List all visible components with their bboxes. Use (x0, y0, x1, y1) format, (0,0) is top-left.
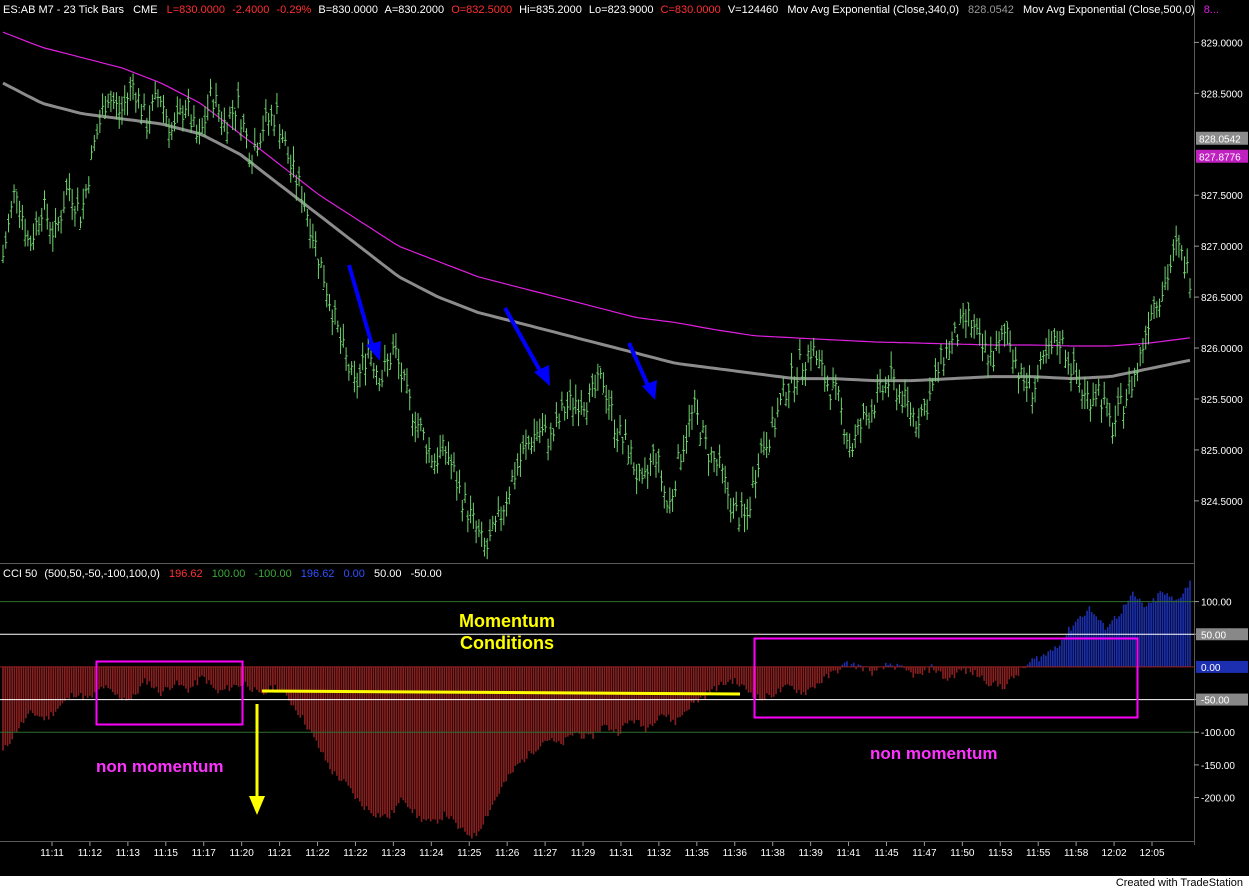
symbol-label: ES:AB M7 - 23 Tick Bars (3, 4, 125, 16)
time-tick-label: 11:41 (836, 848, 861, 859)
cci-marker-label: 50.00 (1201, 630, 1226, 641)
time-tick-label: 11:50 (950, 848, 975, 859)
cci-header: CCI 50 (500,50,-50,-100,100,0) 196.62 10… (3, 568, 442, 580)
footer-bar: Created with TradeStation (0, 876, 1249, 892)
time-tick-label: 11:23 (381, 848, 406, 859)
close-price: C=830.0000 (661, 4, 721, 16)
change-value: -2.4000 (232, 4, 269, 16)
time-tick-label: 11:29 (571, 848, 596, 859)
cci-value-1: 196.62 (169, 568, 203, 580)
cci-params: (500,50,-50,-100,100,0) (44, 568, 160, 580)
cci-value-6: 50.00 (374, 568, 402, 580)
non-momentum-label-right: non momentum (870, 744, 998, 763)
time-tick-label: 11:17 (192, 848, 217, 859)
low-price: Lo=823.9000 (589, 4, 654, 16)
price-tick-label: 827.5000 (1201, 191, 1243, 202)
time-tick-label: 11:58 (1064, 848, 1089, 859)
time-tick-label: 11:26 (495, 848, 520, 859)
time-tick-label: 11:12 (78, 848, 103, 859)
volume-value: V=124460 (728, 4, 778, 16)
cci-tick-label: -100.00 (1201, 728, 1235, 739)
price-tick-label: 828.5000 (1201, 89, 1243, 100)
time-tick-label: 11:36 (723, 848, 748, 859)
time-tick-label: 11:45 (874, 848, 899, 859)
time-tick-label: 11:22 (305, 848, 330, 859)
trading-chart[interactable]: 829.0000 828.5000 827.5000 827.0000 826.5000… (0, 0, 1249, 892)
time-tick-label: 11:22 (343, 848, 368, 859)
cci-marker-label: 0.00 (1201, 663, 1221, 674)
time-tick-label: 11:47 (912, 848, 937, 859)
cci-tick-label: -200.00 (1201, 794, 1235, 805)
price-tick-label: 826.0000 (1201, 344, 1243, 355)
cci-label: CCI 50 (3, 568, 37, 580)
price-tick-label: 829.0000 (1201, 38, 1243, 49)
high-price: Hi=835.2000 (519, 4, 582, 16)
last-price: L=830.0000 (167, 4, 225, 16)
cci-value-5: 0.00 (344, 568, 365, 580)
time-tick-label: 11:53 (988, 848, 1013, 859)
ema340-value: 828.0542 (968, 4, 1014, 16)
price-tick-label: 825.5000 (1201, 395, 1243, 406)
ask-price: A=830.2000 (385, 4, 445, 16)
momentum-label: Momentum (459, 611, 555, 631)
price-tick-label: 827.0000 (1201, 242, 1243, 253)
time-tick-label: 11:38 (761, 848, 786, 859)
time-tick-label: 11:31 (609, 848, 634, 859)
time-tick-label: 11:20 (230, 848, 255, 859)
time-tick-label: 11:15 (154, 848, 179, 859)
change-percent: -0.29% (276, 4, 311, 16)
open-price: O=832.5000 (451, 4, 512, 16)
cci-tick-label: -150.00 (1201, 761, 1235, 772)
time-tick-label: 11:27 (533, 848, 558, 859)
price-tick-label: 825.0000 (1201, 446, 1243, 457)
chart-header: ES:AB M7 - 23 Tick Bars CME L=830.0000 -… (3, 4, 1219, 16)
time-tick-label: 12:02 (1102, 848, 1127, 859)
price-tick-label: 824.5000 (1201, 497, 1243, 508)
time-tick-label: 11:35 (685, 848, 710, 859)
ema500-label: Mov Avg Exponential (Close,500,0) (1023, 4, 1195, 16)
exchange-label: CME (133, 4, 157, 16)
footer-credit: Created with TradeStation (1115, 877, 1243, 889)
time-tick-label: 11:11 (40, 848, 64, 859)
time-tick-label: 11:21 (267, 848, 292, 859)
cci-value-7: -50.00 (411, 568, 442, 580)
cci-marker-label: -50.00 (1201, 696, 1230, 707)
time-tick-label: 11:55 (1026, 848, 1051, 859)
conditions-label: Conditions (460, 633, 554, 653)
time-tick-label: 12:05 (1139, 848, 1164, 859)
ema340-label: Mov Avg Exponential (Close,340,0) (787, 4, 959, 16)
time-tick-label: 11:39 (798, 848, 823, 859)
cci-value-3: -100.00 (254, 568, 291, 580)
non-momentum-label-left: non momentum (96, 757, 224, 776)
time-tick-label: 11:24 (419, 848, 444, 859)
price-tick-label: 826.5000 (1201, 293, 1243, 304)
time-tick-label: 11:32 (647, 848, 672, 859)
bid-price: B=830.0000 (318, 4, 378, 16)
price-marker-label: 828.0542 (1199, 135, 1241, 146)
time-tick-label: 11:25 (457, 848, 482, 859)
ema500-value: 8... (1204, 4, 1219, 16)
time-tick-label: 11:13 (116, 848, 141, 859)
cci-value-4: 196.62 (301, 568, 335, 580)
price-marker-label: 827.8776 (1199, 153, 1241, 164)
cci-tick-label: 100.00 (1201, 598, 1232, 609)
cci-value-2: 100.00 (212, 568, 246, 580)
